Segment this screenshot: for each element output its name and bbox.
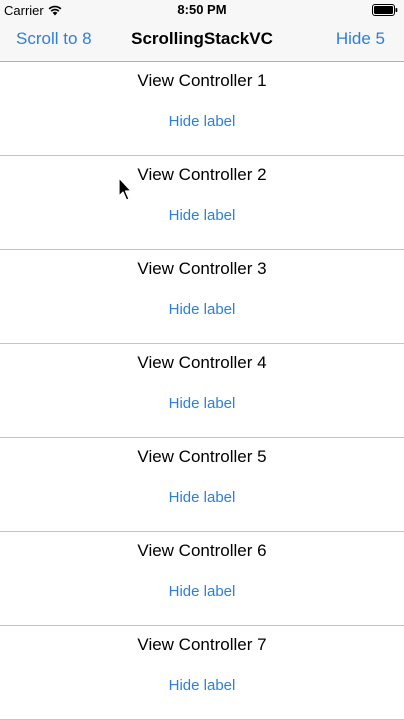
hide-label-button[interactable]: Hide label <box>169 583 236 600</box>
hide-label-button[interactable]: Hide label <box>169 489 236 506</box>
view-controller-row: View Controller 6 Hide label <box>0 532 404 626</box>
hide-label-button[interactable]: Hide label <box>169 677 236 694</box>
battery-icon <box>372 4 398 16</box>
view-controller-row: View Controller 4 Hide label <box>0 344 404 438</box>
hide-label-button[interactable]: Hide label <box>169 301 236 318</box>
view-controller-title: View Controller 7 <box>137 635 267 654</box>
view-controller-title: View Controller 5 <box>137 447 267 466</box>
hide-label-button[interactable]: Hide label <box>169 207 236 224</box>
view-controller-title: View Controller 1 <box>137 71 267 90</box>
view-controller-row: View Controller 3 Hide label <box>0 250 404 344</box>
view-controller-title: View Controller 6 <box>137 541 267 560</box>
view-controller-row: View Controller 2 Hide label <box>0 156 404 250</box>
status-bar: Carrier 8:50 PM <box>0 0 404 20</box>
app-screen: Carrier 8:50 PM Scroll to 8 ScrollingSta… <box>0 0 404 720</box>
status-time: 8:50 PM <box>177 2 227 17</box>
view-controller-title: View Controller 4 <box>137 353 267 372</box>
view-controller-row: View Controller 7 Hide label <box>0 626 404 720</box>
view-controller-row: View Controller 1 Hide label <box>0 62 404 156</box>
stack-scroll-view[interactable]: View Controller 1 Hide label View Contro… <box>0 62 404 720</box>
hide-label-button[interactable]: Hide label <box>169 395 236 412</box>
view-controller-title: View Controller 2 <box>137 165 267 184</box>
navigation-bar: Scroll to 8 ScrollingStackVC Hide 5 <box>0 20 404 62</box>
view-controller-row: View Controller 5 Hide label <box>0 438 404 532</box>
hide-5-button[interactable]: Hide 5 <box>336 29 385 49</box>
view-controller-title: View Controller 3 <box>137 259 267 278</box>
hide-label-button[interactable]: Hide label <box>169 113 236 130</box>
